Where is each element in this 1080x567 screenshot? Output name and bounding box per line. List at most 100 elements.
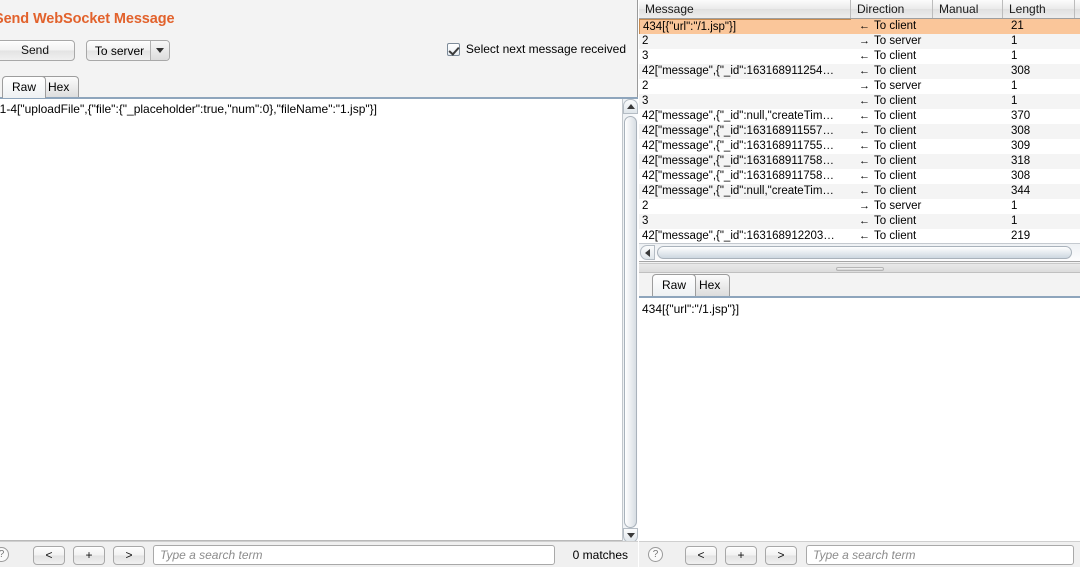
cell-length: 1 (1011, 200, 1018, 212)
chevron-down-icon[interactable] (150, 41, 169, 60)
message-editor-text[interactable]: 51-4["uploadFile",{"file":{"_placeholder… (0, 102, 377, 116)
column-header-direction[interactable]: Direction (851, 0, 933, 18)
left-search-bar: ? < + > Type a search term 0 matches (0, 541, 638, 567)
search-input[interactable]: Type a search term (153, 545, 555, 565)
table-row[interactable]: 42["message",{"_id":163168911254… ← To cli… (639, 64, 1080, 79)
arrow-left-icon: ← (859, 65, 870, 77)
cell-message: 2 (642, 80, 649, 92)
cell-direction: ← To client (851, 169, 933, 184)
right-search-bar: ? < + > Type a search term (639, 541, 1080, 567)
table-row[interactable]: 42["message",{"_id":163168912203… ← To cli… (639, 229, 1080, 243)
select-next-message-checkbox[interactable]: Select next message received (446, 42, 626, 56)
table-row[interactable]: 3 ← To client 1 (639, 214, 1080, 229)
table-row[interactable]: 2 → To server 1 (639, 79, 1080, 94)
cell-direction: ← To client (851, 19, 933, 34)
column-header-length[interactable]: Length (1003, 0, 1075, 18)
cell-message: 42["message",{"_id":163168911758… (642, 170, 834, 182)
select-next-message-label: Select next message received (465, 42, 626, 56)
panel-splitter[interactable] (639, 263, 1080, 273)
table-row[interactable]: 42["message",{"_id":null,"createTim… ← To … (639, 109, 1080, 124)
cell-message: 42["message",{"_id":163168911755… (642, 140, 834, 152)
send-websocket-message-panel: Send WebSocket Message Send To server Se… (0, 0, 638, 567)
message-editor[interactable]: 51-4["uploadFile",{"file":{"_placeholder… (0, 97, 638, 543)
table-row[interactable]: 3 ← To client 1 (639, 49, 1080, 64)
direction-label: To client (874, 170, 917, 182)
cell-length: 308 (1011, 65, 1031, 77)
websocket-history-panel: Message Direction Manual Length 434[{"ur… (639, 0, 1080, 567)
cell-direction: ← To client (851, 229, 933, 243)
splitter-grip[interactable] (835, 267, 884, 271)
table-row[interactable]: 2 → To server 1 (639, 199, 1080, 214)
search-next-button[interactable]: > (765, 546, 797, 565)
arrow-left-icon: ← (859, 20, 870, 32)
search-prev-button[interactable]: < (33, 546, 65, 565)
arrow-left-icon: ← (859, 50, 870, 62)
arrow-left-icon: ← (859, 125, 870, 137)
cell-length: 1 (1011, 50, 1018, 62)
scroll-left-arrow-icon[interactable] (640, 245, 655, 260)
direction-select[interactable]: To server (86, 40, 170, 61)
cell-direction: ← To client (851, 49, 933, 64)
table-row[interactable]: 42["message",{"_id":163168911755… ← To cli… (639, 139, 1080, 154)
cell-message: 42["message",{"_id":163168912203… (642, 230, 835, 242)
arrow-left-icon: ← (859, 170, 870, 182)
table-row[interactable]: 434[{"url":"/1.jsp"}] ← To client 21 (639, 19, 1080, 36)
arrow-right-icon: → (859, 80, 870, 92)
table-row[interactable]: 2 → To server 1 (639, 34, 1080, 49)
search-next-button[interactable]: > (113, 546, 145, 565)
direction-label: To client (874, 155, 917, 167)
direction-label: To server (874, 200, 922, 212)
search-prev-button[interactable]: < (685, 546, 717, 565)
cell-length: 1 (1011, 35, 1018, 47)
burp-websocket-message-editor: Send WebSocket Message Send To server Se… (0, 0, 1080, 567)
table-row[interactable]: 42["message",{"_id":163168911758… ← To cli… (639, 169, 1080, 184)
column-header-message[interactable]: Message (639, 0, 851, 18)
scroll-up-arrow-icon[interactable] (623, 99, 638, 114)
table-row[interactable]: 42["message",{"_id":163168911758… ← To cli… (639, 154, 1080, 169)
help-icon[interactable]: ? (0, 547, 9, 562)
direction-label: To client (874, 50, 917, 62)
cell-length: 344 (1011, 185, 1031, 197)
hscrollbar-thumb[interactable] (657, 246, 1072, 259)
message-viewer-text: 434[{"url":"/1.jsp"}] (642, 302, 740, 316)
table-row[interactable]: 3 ← To client 1 (639, 94, 1080, 109)
match-count-label: 0 matches (572, 548, 628, 562)
direction-label: To client (874, 140, 917, 152)
cell-direction: → To server (851, 34, 933, 49)
arrow-left-icon: ← (859, 110, 870, 122)
message-viewer[interactable]: 434[{"url":"/1.jsp"}] (639, 296, 1080, 541)
cell-message: 3 (642, 95, 649, 107)
checkbox-checked-icon[interactable] (446, 42, 460, 56)
column-header-manual[interactable]: Manual (933, 0, 1003, 18)
tab-raw-left[interactable]: Raw (2, 76, 47, 98)
arrow-left-icon: ← (859, 230, 870, 242)
table-horizontal-scrollbar[interactable] (639, 243, 1080, 261)
table-row[interactable]: 42["message",{"_id":null,"createTim… ← To … (639, 184, 1080, 199)
cell-direction: → To server (851, 199, 933, 214)
search-add-button[interactable]: + (73, 546, 105, 565)
direction-label: To client (874, 65, 917, 77)
cell-length: 1 (1011, 80, 1018, 92)
tab-raw-right[interactable]: Raw (652, 274, 697, 296)
arrow-left-icon: ← (859, 95, 870, 107)
cell-length: 1 (1011, 95, 1018, 107)
direction-label: To server (874, 35, 922, 47)
cell-direction: → To server (851, 79, 933, 94)
direction-label: To client (874, 20, 917, 32)
arrow-left-icon: ← (859, 140, 870, 152)
send-button[interactable]: Send (0, 40, 75, 61)
arrow-left-icon: ← (859, 185, 870, 197)
scrollbar-thumb[interactable] (624, 116, 637, 528)
column-header-extra[interactable] (1075, 0, 1080, 18)
page-title: Send WebSocket Message (0, 11, 175, 27)
cell-direction: ← To client (851, 94, 933, 109)
direction-label: To server (874, 80, 922, 92)
direction-select-value: To server (94, 43, 145, 58)
table-body[interactable]: 434[{"url":"/1.jsp"}] ← To client 21 2 → To se… (639, 19, 1080, 243)
search-input[interactable]: Type a search term (806, 545, 1074, 565)
table-row[interactable]: 42["message",{"_id":163168911557… ← To cli… (639, 124, 1080, 139)
direction-label: To client (874, 215, 917, 227)
editor-vertical-scrollbar[interactable] (622, 99, 638, 543)
search-add-button[interactable]: + (725, 546, 757, 565)
help-icon[interactable]: ? (648, 547, 663, 562)
